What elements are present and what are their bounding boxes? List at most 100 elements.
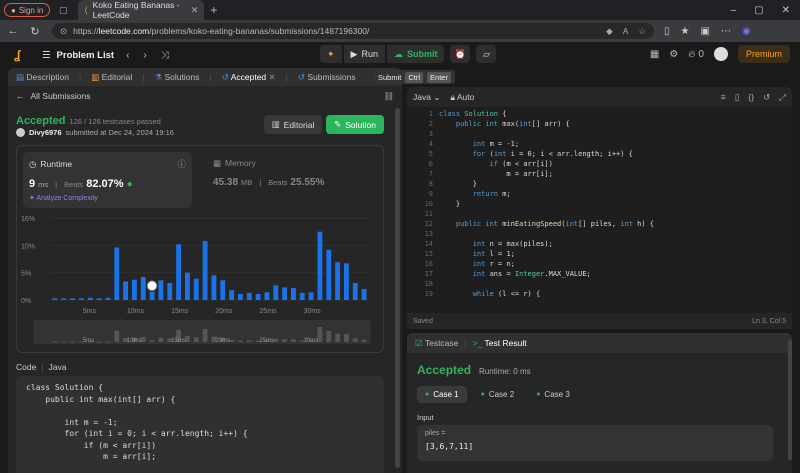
chart-bar[interactable]	[105, 297, 111, 300]
chart-bar[interactable]	[158, 280, 164, 300]
memory-card[interactable]: ▦ Memory 45.38 MB | Beats 25.55%	[207, 152, 377, 208]
minimize-icon[interactable]: –	[731, 5, 737, 16]
chart-bar[interactable]	[185, 272, 190, 300]
tab-actions-icon[interactable]: ▢	[56, 3, 70, 17]
chart-bar[interactable]	[123, 281, 129, 300]
chart-bar[interactable]	[96, 298, 102, 300]
refresh-icon[interactable]: ↻	[26, 25, 44, 38]
chart-bar[interactable]	[282, 287, 288, 300]
read-aloud-icon[interactable]: A	[623, 26, 629, 37]
chart-bar[interactable]	[352, 283, 358, 300]
case-tab[interactable]: ● Case 1	[417, 386, 467, 403]
chart-bar[interactable]	[264, 292, 270, 300]
left-scrollbar[interactable]	[395, 108, 400, 468]
chart-bar[interactable]	[87, 297, 93, 300]
chart-bar[interactable]	[202, 240, 208, 300]
close-window-icon[interactable]: ✕	[782, 5, 790, 16]
submit-button[interactable]: ☁ Submit	[386, 45, 445, 63]
case-tab[interactable]: ● Case 2	[473, 386, 523, 403]
close-tab-icon[interactable]: ✕	[269, 72, 276, 82]
chart-bar[interactable]	[273, 285, 279, 300]
reset-icon[interactable]: ↺	[763, 92, 770, 103]
signin-button[interactable]: ● Sign in	[4, 3, 51, 17]
chart-bar[interactable]	[308, 292, 314, 300]
editor-text[interactable]: class Solution { public int max(int[] ar…	[439, 109, 654, 299]
tab-description[interactable]: ▤ Description	[16, 72, 69, 83]
run-button[interactable]: ▶ Run	[343, 45, 385, 63]
chart-bar[interactable]	[52, 298, 58, 300]
chart-bar[interactable]	[344, 263, 349, 300]
chart-bar[interactable]	[229, 290, 235, 300]
more-icon[interactable]: ⋯	[721, 26, 731, 37]
close-tab-icon[interactable]: ✕	[191, 5, 199, 16]
prev-problem-icon[interactable]: ‹	[126, 50, 129, 61]
tab-accepted[interactable]: ↺ Accepted ✕	[222, 72, 276, 83]
chart-bar[interactable]	[238, 293, 243, 300]
chart-bar[interactable]	[70, 298, 76, 300]
favorite-star-icon[interactable]: ☆	[638, 26, 646, 37]
streak-fire-icon[interactable]: 🔥︎ 0	[688, 49, 704, 60]
favorites-icon[interactable]: ★	[681, 26, 690, 37]
bookmark-icon[interactable]: ▯	[735, 92, 740, 103]
debug-button[interactable]: ✦	[320, 45, 342, 63]
notes-button[interactable]: ▱	[476, 45, 497, 63]
chart-bar[interactable]	[317, 231, 323, 300]
address-bar[interactable]: ⊙ https://leetcode.com/problems/koko-eat…	[52, 23, 654, 39]
runtime-card[interactable]: ◷ Runtime ⓘ 9 ms | Beats 82.07% ● ✦ Analyze Com…	[23, 152, 192, 208]
chart-bar[interactable]	[211, 275, 217, 300]
tab-editorial[interactable]: ▥ Editorial	[91, 72, 132, 83]
case-tab[interactable]: ● Case 3	[528, 386, 578, 403]
chart-bar[interactable]	[149, 291, 155, 300]
chart-bar[interactable]	[326, 249, 332, 300]
problem-list-button[interactable]: ☰ Problem List	[42, 50, 114, 61]
fullscreen-icon[interactable]: ⤢	[779, 92, 786, 103]
chart-bar[interactable]	[193, 278, 199, 300]
chart-bar[interactable]	[255, 293, 261, 300]
split-screen-icon[interactable]: ▯	[664, 26, 670, 37]
braces-icon[interactable]: {}	[748, 92, 754, 103]
browser-tab[interactable]: ⟨ Koko Eating Bananas - LeetCode ✕	[78, 0, 205, 20]
timer-button[interactable]: ⏰	[450, 45, 471, 63]
right-scrollbar[interactable]	[788, 340, 792, 460]
premium-button[interactable]: Premium	[737, 45, 790, 63]
back-icon[interactable]: ←	[4, 25, 22, 37]
auto-mode[interactable]: 🔒︎ Auto	[450, 92, 474, 103]
runtime-distribution-chart[interactable]: 16% 10% 5% 0% 5ms 5ms 10ms 10ms 15ms 15ms 20ms 20ms…	[17, 212, 385, 352]
chart-bar[interactable]	[132, 279, 137, 300]
chart-bar[interactable]	[335, 262, 341, 300]
chart-bar[interactable]	[220, 280, 226, 300]
chart-bar[interactable]	[291, 287, 296, 300]
chart-bar[interactable]	[361, 289, 367, 300]
info-icon[interactable]: ⓘ	[177, 158, 186, 170]
editorial-button[interactable]: ▥ Editorial	[264, 115, 322, 134]
chart-bar[interactable]	[246, 292, 252, 300]
leetcode-logo-icon[interactable]: ʆ	[14, 48, 26, 62]
new-tab-icon[interactable]: +	[210, 3, 217, 17]
language-select[interactable]: Java ⌄	[413, 92, 440, 103]
share-link-icon[interactable]: ⛓	[383, 91, 394, 102]
chart-bar[interactable]	[167, 283, 173, 300]
tab-testcase[interactable]: ☑ Testcase	[415, 338, 458, 349]
your-submission-marker[interactable]	[146, 280, 158, 292]
all-submissions-link[interactable]: ← All Submissions ⛓	[8, 86, 402, 106]
tag-icon[interactable]: ◆	[606, 26, 613, 37]
chart-bar[interactable]	[176, 244, 182, 300]
format-icon[interactable]: ≡	[721, 92, 726, 103]
tab-submissions[interactable]: ↺ Submissions	[298, 72, 356, 83]
layout-icon[interactable]: ▦	[650, 49, 659, 60]
collections-icon[interactable]: ▣	[700, 26, 709, 37]
avatar[interactable]	[713, 47, 728, 61]
solution-button[interactable]: ✎ Solution	[326, 115, 384, 134]
chart-bar[interactable]	[140, 277, 146, 300]
copilot-icon[interactable]: ◉	[742, 26, 751, 37]
chart-bar[interactable]	[114, 247, 120, 300]
analyze-complexity-link[interactable]: ✦ Analyze Complexity	[29, 194, 186, 202]
settings-gear-icon[interactable]: ⚙	[669, 49, 678, 60]
maximize-icon[interactable]: ▢	[754, 5, 763, 16]
site-info-icon[interactable]: ⊙	[60, 26, 67, 37]
tab-solutions[interactable]: ⚗ Solutions	[155, 72, 200, 83]
chart-bar[interactable]	[299, 292, 305, 300]
chart-bar[interactable]	[61, 298, 67, 300]
chart-bar[interactable]	[79, 298, 84, 300]
next-problem-icon[interactable]: ›	[143, 50, 146, 61]
